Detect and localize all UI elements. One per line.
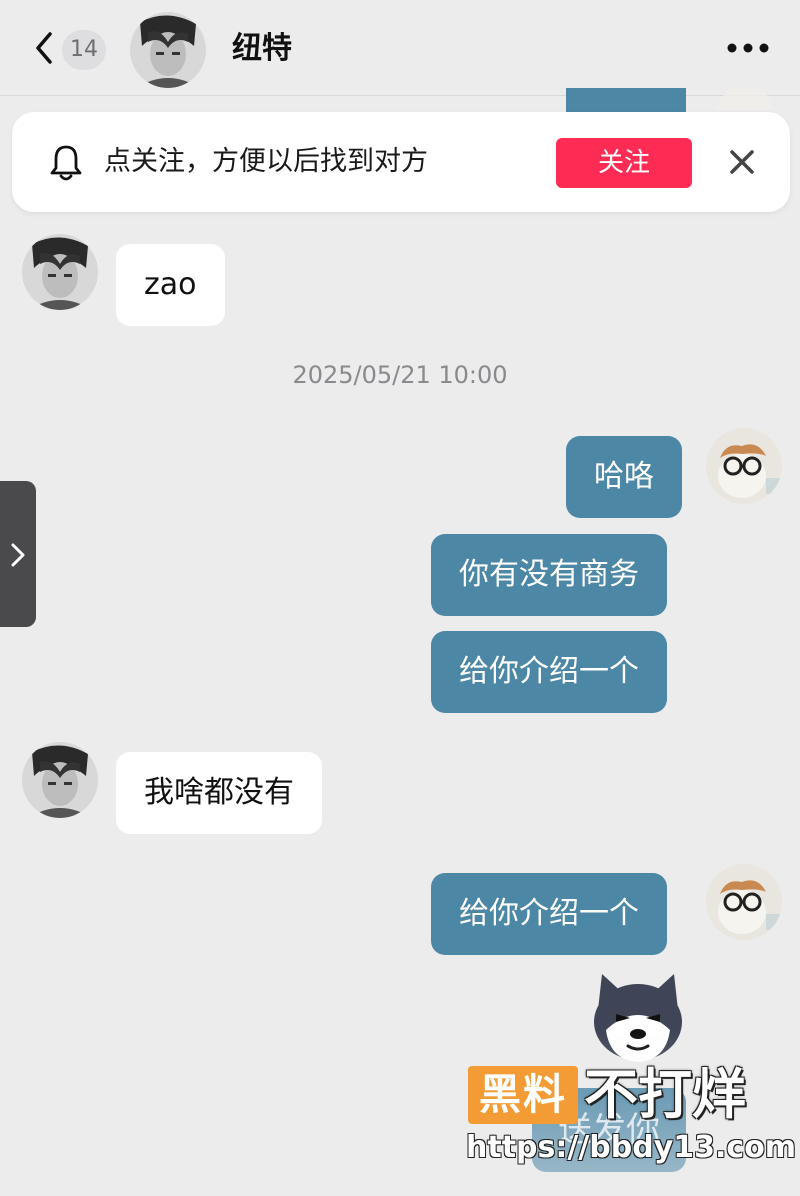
- more-dots-icon: [727, 43, 769, 53]
- incoming-message-bubble[interactable]: 我啥都没有: [116, 752, 322, 834]
- watermark-text: 不打烊: [584, 1063, 746, 1126]
- follow-button[interactable]: 关注: [556, 138, 692, 188]
- self-avatar[interactable]: [706, 864, 782, 940]
- chevron-right-icon: [11, 543, 25, 567]
- message-timestamp: 2025/05/21 10:00: [292, 361, 508, 389]
- unread-count-badge: 14: [62, 30, 106, 70]
- side-drawer-handle[interactable]: [0, 481, 36, 627]
- chat-header: 14 纽特: [0, 0, 800, 96]
- close-icon: [730, 150, 754, 174]
- dog-sticker-icon[interactable]: [586, 970, 690, 1066]
- watermark-url: https://bbdy13.com: [466, 1130, 797, 1165]
- self-avatar[interactable]: [706, 428, 782, 504]
- chevron-left-icon: [36, 32, 52, 64]
- follow-prompt-text: 点关注，方便以后找到对方: [104, 146, 428, 177]
- close-banner-button[interactable]: [724, 144, 760, 180]
- follow-banner: 点关注，方便以后找到对方 关注: [12, 112, 790, 212]
- bell-icon: [48, 142, 84, 182]
- outgoing-message-bubble[interactable]: 给你介绍一个: [431, 631, 667, 713]
- contact-avatar[interactable]: [130, 12, 206, 88]
- contact-message-avatar[interactable]: [22, 234, 98, 310]
- incoming-message-bubble[interactable]: zao: [116, 244, 225, 326]
- watermark-logo: 黑料: [468, 1066, 578, 1124]
- contact-message-avatar[interactable]: [22, 742, 98, 818]
- contact-name: 纽特: [232, 31, 292, 66]
- outgoing-message-bubble[interactable]: 你有没有商务: [431, 534, 667, 616]
- back-button[interactable]: [30, 28, 60, 68]
- outgoing-message-bubble[interactable]: 给你介绍一个: [431, 873, 667, 955]
- more-options-button[interactable]: [724, 36, 772, 60]
- outgoing-message-bubble[interactable]: 哈咯: [566, 436, 682, 518]
